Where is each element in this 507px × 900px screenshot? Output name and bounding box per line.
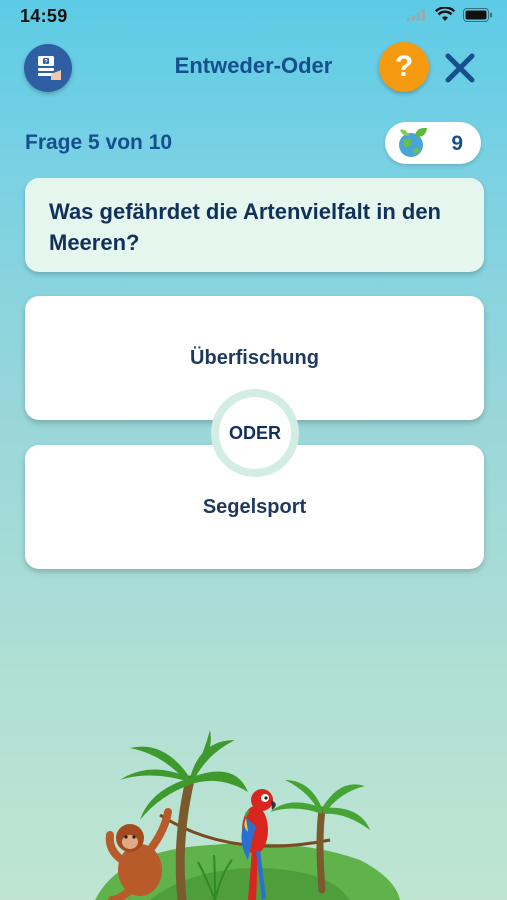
score-badge: 9 — [385, 122, 481, 164]
close-button[interactable] — [438, 46, 482, 90]
globe-leaf-icon — [399, 127, 427, 157]
oder-divider: ODER — [211, 389, 299, 477]
status-bar: 14:59 — [0, 0, 507, 32]
page-title: Entweder-Oder — [174, 53, 333, 78]
status-time: 14:59 — [20, 6, 68, 26]
status-icons — [407, 7, 493, 22]
jungle-illustration — [95, 730, 400, 900]
oder-label: ODER — [219, 397, 291, 469]
question-progress: Frage 5 von 10 — [25, 131, 173, 154]
help-button[interactable]: ? — [379, 42, 429, 92]
close-icon — [445, 53, 475, 83]
score-value: 9 — [451, 132, 463, 155]
header: ? Entweder-Oder ? — [0, 40, 507, 96]
battery-icon — [463, 7, 492, 22]
cellular-signal-icon — [407, 8, 425, 21]
wifi-icon — [435, 7, 455, 21]
question-card: Was gefährdet die Artenvielfalt in den M… — [25, 178, 484, 272]
